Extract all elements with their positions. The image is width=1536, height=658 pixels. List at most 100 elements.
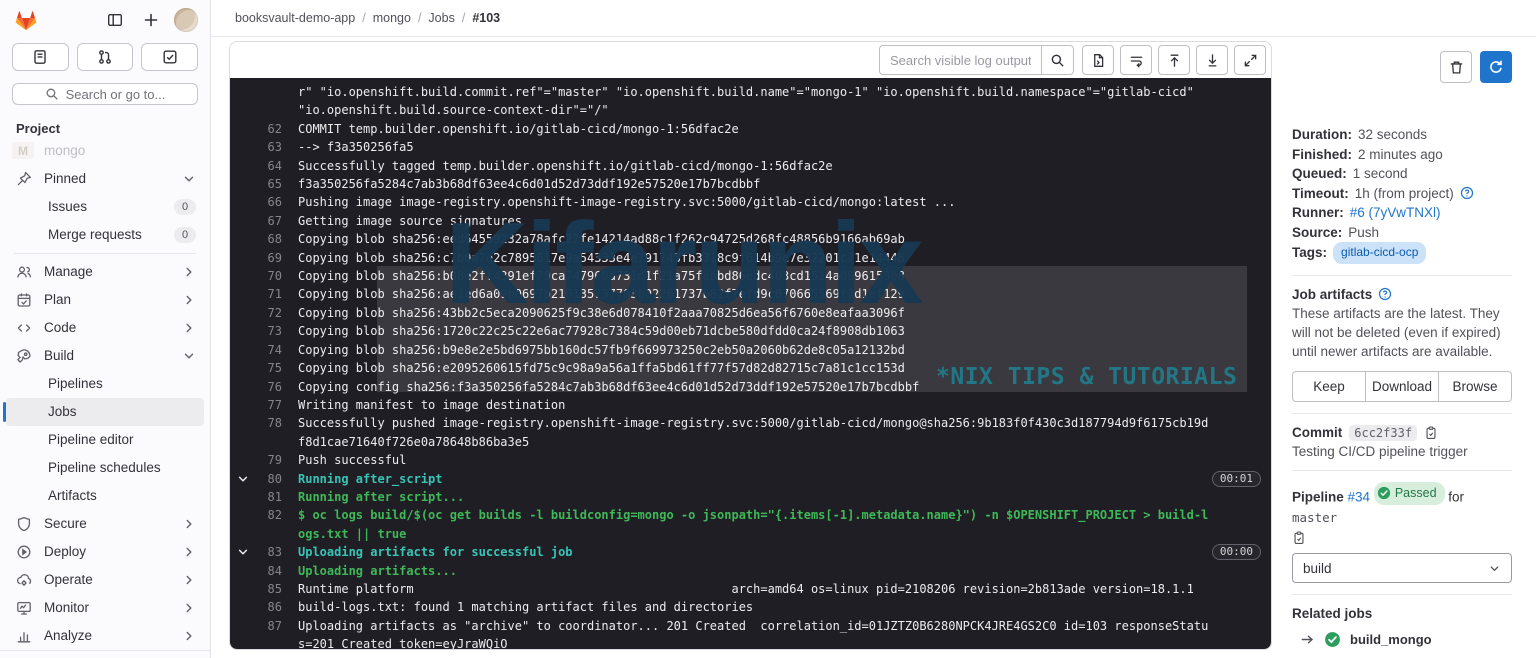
monitor-icon — [16, 600, 32, 616]
count-badge: 0 — [174, 199, 196, 215]
sidebar-project-item[interactable]: M mongo — [0, 142, 210, 159]
sidebar-item-jobs[interactable]: Jobs — [6, 398, 204, 426]
show-raw-log-button[interactable] — [1082, 45, 1114, 75]
log-line-number[interactable]: 65 — [256, 175, 282, 193]
log-line-number[interactable]: 74 — [256, 341, 282, 359]
sidebar-item-monitor[interactable]: Monitor — [6, 594, 204, 622]
detail-label: Duration: — [1292, 125, 1352, 145]
sidebar-item-pipeline-schedules[interactable]: Pipeline schedules — [6, 454, 204, 482]
log-line-number[interactable]: 67 — [256, 212, 282, 230]
log-line-number[interactable]: 66 — [256, 193, 282, 211]
user-avatar[interactable] — [174, 8, 198, 32]
log-line-number[interactable]: 72 — [256, 304, 282, 322]
log-line-text: Running after_script — [282, 470, 443, 488]
breadcrumb-current-job: #103 — [472, 11, 500, 25]
runner-link[interactable]: #6 (7yVwTNXl) — [1350, 203, 1441, 223]
log-line-number[interactable]: 68 — [256, 230, 282, 248]
log-line-number[interactable]: 71 — [256, 285, 282, 303]
log-line-number[interactable]: 79 — [256, 451, 282, 469]
log-line-number[interactable]: 78 — [256, 414, 282, 432]
log-line-number[interactable]: 76 — [256, 378, 282, 396]
log-line-number[interactable]: 62 — [256, 120, 282, 138]
pipeline-status-badge[interactable]: Passed — [1374, 482, 1445, 505]
log-line-number[interactable]: 86 — [256, 598, 282, 616]
log-line-number[interactable]: 73 — [256, 322, 282, 340]
copy-ref-button[interactable] — [1292, 531, 1306, 545]
merge-requests-shortcut-button[interactable] — [77, 43, 134, 71]
stage-dropdown[interactable]: build — [1292, 553, 1512, 583]
log-line-number[interactable]: 80 — [256, 470, 282, 488]
log-line-number[interactable]: 83 — [256, 543, 282, 561]
retry-job-button[interactable] — [1480, 51, 1512, 83]
fullscreen-button[interactable] — [1234, 45, 1266, 75]
log-line-number[interactable]: 87 — [256, 617, 282, 635]
sidebar-item-pinned[interactable]: Pinned — [6, 165, 204, 193]
sidebar-item-operate[interactable]: Operate — [6, 566, 204, 594]
pipeline-link[interactable]: #34 — [1348, 489, 1371, 504]
sidebar-item-pipeline-editor[interactable]: Pipeline editor — [6, 426, 204, 454]
commit-sha-link[interactable]: 6cc2f33f — [1349, 425, 1417, 441]
log-line-number[interactable]: 64 — [256, 157, 282, 175]
log-gutter — [230, 83, 256, 86]
breadcrumb-project-link[interactable]: mongo — [373, 11, 411, 25]
sidebar-item-manage[interactable]: Manage — [6, 258, 204, 286]
log-search-input[interactable] — [879, 45, 1041, 75]
download-artifacts-button[interactable]: Download — [1366, 371, 1439, 402]
log-line-number[interactable]: 81 — [256, 488, 282, 506]
sidebar-item-artifacts[interactable]: Artifacts — [6, 482, 204, 510]
copy-commit-sha-button[interactable] — [1424, 426, 1438, 440]
breadcrumb-jobs-link[interactable]: Jobs — [428, 11, 454, 25]
plan-icon — [16, 292, 32, 308]
chevron-down-icon — [182, 172, 196, 186]
build-icon — [16, 348, 32, 364]
browse-artifacts-button[interactable]: Browse — [1439, 371, 1512, 402]
log-search-group — [879, 45, 1074, 75]
sidebar-item-pipelines[interactable]: Pipelines — [6, 370, 204, 398]
todo-shortcut-button[interactable] — [141, 43, 198, 71]
wrap-lines-button[interactable] — [1120, 45, 1152, 75]
status-passed-icon — [1324, 631, 1341, 648]
log-line-text: Writing manifest to image destination — [282, 396, 565, 414]
log-line-number[interactable]: 77 — [256, 396, 282, 414]
log-line-text: Copying config sha256:f3a350256fa5284c7a… — [282, 378, 919, 396]
log-line-number[interactable]: 70 — [256, 267, 282, 285]
log-line: 86build-logs.txt: found 1 matching artif… — [230, 598, 1271, 616]
sidebar-item-analyze[interactable]: Analyze — [6, 622, 204, 650]
log-line-number[interactable]: 75 — [256, 359, 282, 377]
project-avatar: M — [12, 142, 34, 159]
sidebar-item-merge-requests[interactable]: Merge requests0 — [6, 221, 204, 249]
help-icon[interactable] — [1460, 186, 1474, 200]
sidebar-item-deploy[interactable]: Deploy — [6, 538, 204, 566]
scroll-to-bottom-button[interactable] — [1196, 45, 1228, 75]
log-line-number[interactable]: 63 — [256, 138, 282, 156]
log-line-number[interactable]: 85 — [256, 580, 282, 598]
section-duration-badge: 00:00 — [1212, 544, 1261, 560]
sidebar-toggle-button[interactable] — [102, 7, 128, 33]
log-gutter — [230, 120, 256, 123]
erase-job-log-button[interactable] — [1440, 51, 1472, 83]
help-icon[interactable] — [1378, 287, 1392, 301]
job-log-terminal[interactable]: r" "io.openshift.build.commit.ref"="mast… — [230, 78, 1271, 649]
sidebar-item-plan[interactable]: Plan — [6, 286, 204, 314]
tag-badge[interactable]: gitlab-cicd-ocp — [1333, 242, 1426, 264]
log-search-button[interactable] — [1041, 45, 1074, 75]
collapse-section-icon[interactable] — [230, 543, 256, 558]
keep-artifacts-button[interactable]: Keep — [1292, 371, 1366, 402]
log-line-number[interactable]: 84 — [256, 562, 282, 580]
collapse-section-icon[interactable] — [230, 470, 256, 485]
log-line-number[interactable]: 82 — [256, 506, 282, 524]
related-job-row[interactable]: build_mongo — [1292, 631, 1512, 648]
search-icon — [45, 87, 59, 101]
sidebar-item-build[interactable]: Build — [6, 342, 204, 370]
log-line-number[interactable]: 69 — [256, 249, 282, 267]
sidebar-item-secure[interactable]: Secure — [6, 510, 204, 538]
breadcrumb-group-link[interactable]: booksvault-demo-app — [235, 11, 355, 25]
sidebar-item-code[interactable]: Code — [6, 314, 204, 342]
global-search-input[interactable]: Search or go to... — [12, 83, 198, 105]
issues-shortcut-button[interactable] — [12, 43, 69, 71]
scroll-to-top-button[interactable] — [1158, 45, 1190, 75]
create-new-button[interactable] — [138, 7, 164, 33]
detail-value: 1h (from project) — [1355, 184, 1454, 204]
sidebar-item-issues[interactable]: Issues0 — [6, 193, 204, 221]
nav-divider — [14, 253, 196, 254]
